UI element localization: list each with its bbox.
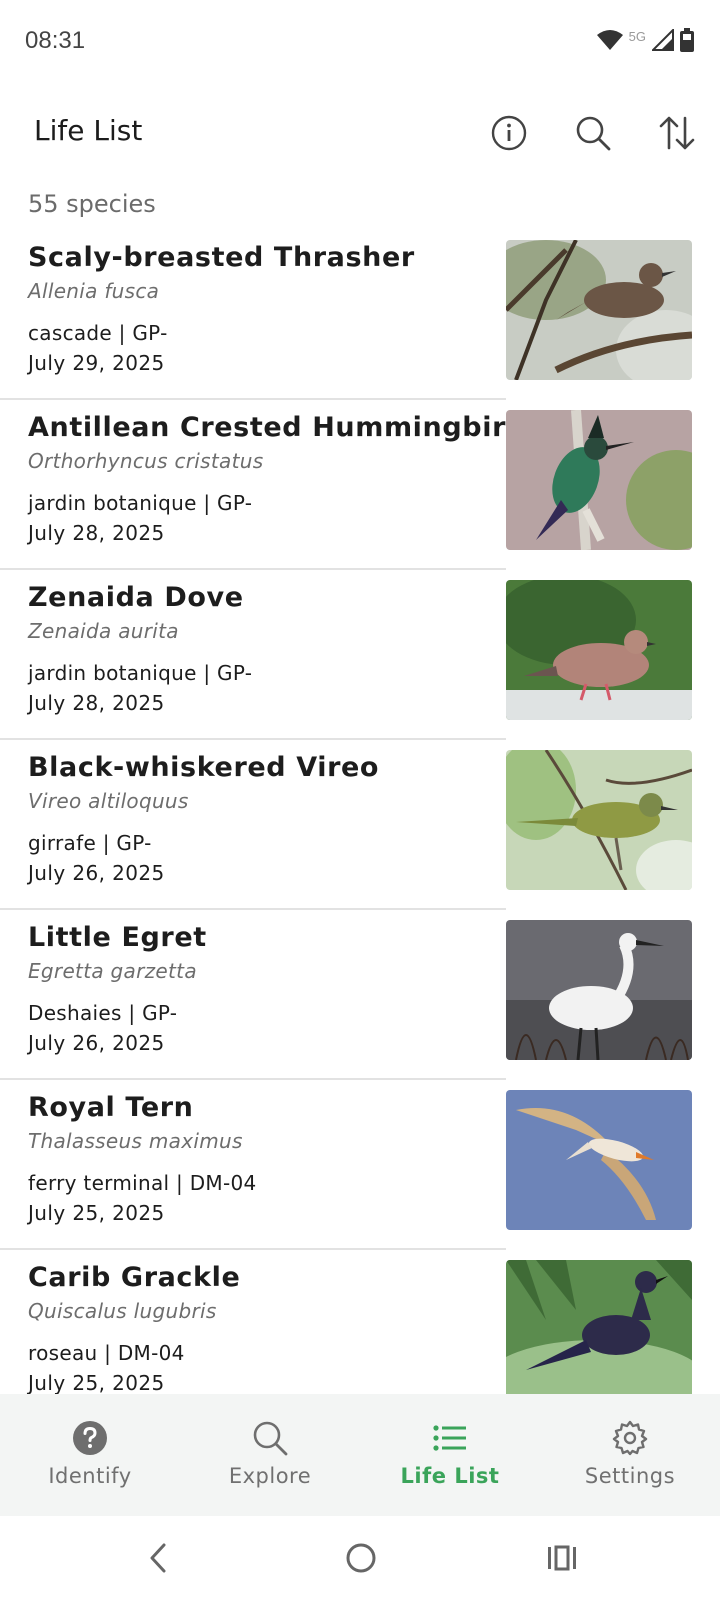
cell-signal-icon [650,27,674,55]
nav-label: Settings [584,1464,676,1488]
scientific-name: Quiscalus lugubris [28,1299,217,1323]
location-text: girrafe | GP- [28,831,152,855]
recents-icon [548,1545,576,1571]
system-navigation-bar [0,1516,720,1600]
list-item[interactable]: Carib Grackle Quiscalus lugubris roseau … [0,1250,720,1394]
list-item[interactable]: Black-whiskered Vireo Vireo altiloquus g… [0,740,720,910]
status-bar: 08:31 5G [0,0,720,86]
scientific-name: Orthorhyncus cristatus [28,449,264,473]
network-type-label: 5G [628,28,646,44]
common-name: Little Egret [28,922,207,953]
date-text: July 29, 2025 [28,351,165,375]
search-icon [253,1421,288,1456]
location-text: roseau | DM-04 [28,1341,185,1365]
date-text: July 26, 2025 [28,1031,165,1055]
date-text: July 25, 2025 [28,1201,165,1225]
common-name: Scaly-breasted Thrasher [28,242,415,273]
scientific-name: Egretta garzetta [28,959,197,983]
list-item[interactable]: Little Egret Egretta garzetta Deshaies |… [0,910,720,1080]
back-button[interactable] [138,1538,178,1578]
common-name: Zenaida Dove [28,582,244,613]
sort-icon [659,116,695,150]
sort-button[interactable] [656,112,698,154]
location-text: Deshaies | GP- [28,1001,178,1025]
bird-photo[interactable] [506,750,692,890]
status-time: 08:31 [25,27,86,54]
list-icon [433,1425,466,1451]
date-text: July 28, 2025 [28,691,165,715]
life-list[interactable]: Scaly-breasted Thrasher Allenia fusca ca… [0,230,720,1394]
home-button[interactable] [341,1538,381,1578]
location-text: ferry terminal | DM-04 [28,1171,257,1195]
nav-label: Life List [400,1464,500,1488]
search-icon [576,116,611,151]
scientific-name: Zenaida aurita [28,619,179,643]
bird-photo[interactable] [506,240,692,380]
bird-photo[interactable] [506,1260,692,1394]
nav-life-list[interactable]: Life List [360,1394,540,1516]
location-text: cascade | GP- [28,321,168,345]
list-item[interactable]: Zenaida Dove Zenaida aurita jardin botan… [0,570,720,740]
date-text: July 28, 2025 [28,521,165,545]
nav-identify[interactable]: Identify [0,1394,180,1516]
status-icons: 5G [596,27,694,56]
common-name: Antillean Crested Hummingbird [28,412,526,443]
date-text: July 25, 2025 [28,1371,165,1394]
list-item[interactable]: Royal Tern Thalasseus maximus ferry term… [0,1080,720,1250]
common-name: Black-whiskered Vireo [28,752,380,783]
species-count: 55 species [28,190,156,218]
common-name: Royal Tern [28,1092,194,1123]
app-bar: Life List [0,98,720,168]
nav-label: Explore [228,1464,312,1488]
info-icon [491,115,527,151]
wifi-icon [596,29,623,55]
list-item[interactable]: Scaly-breasted Thrasher Allenia fusca ca… [0,230,720,400]
date-text: July 26, 2025 [28,861,165,885]
page-title: Life List [34,114,143,147]
bird-photo[interactable] [506,920,692,1060]
help-circle-icon [73,1421,107,1455]
nav-label: Identify [48,1464,132,1488]
scientific-name: Vireo altiloquus [28,789,189,813]
location-text: jardin botanique | GP- [28,661,253,685]
battery-icon [680,28,694,56]
scientific-name: Allenia fusca [28,279,160,303]
list-item[interactable]: Antillean Crested Hummingbird Orthorhync… [0,400,720,570]
app-bar-actions [488,112,698,154]
bird-photo[interactable] [506,1090,692,1230]
location-text: jardin botanique | GP- [28,491,253,515]
search-button[interactable] [572,112,614,154]
scientific-name: Thalasseus maximus [28,1129,243,1153]
gear-icon [612,1420,648,1456]
info-button[interactable] [488,112,530,154]
bottom-navigation: Identify Explore Life List Settings [0,1394,720,1516]
back-icon [150,1543,166,1573]
common-name: Carib Grackle [28,1262,241,1293]
home-icon [346,1543,376,1573]
recents-button[interactable] [542,1538,582,1578]
bird-photo[interactable] [506,410,692,550]
nav-settings[interactable]: Settings [540,1394,720,1516]
nav-explore[interactable]: Explore [180,1394,360,1516]
bird-photo[interactable] [506,580,692,720]
